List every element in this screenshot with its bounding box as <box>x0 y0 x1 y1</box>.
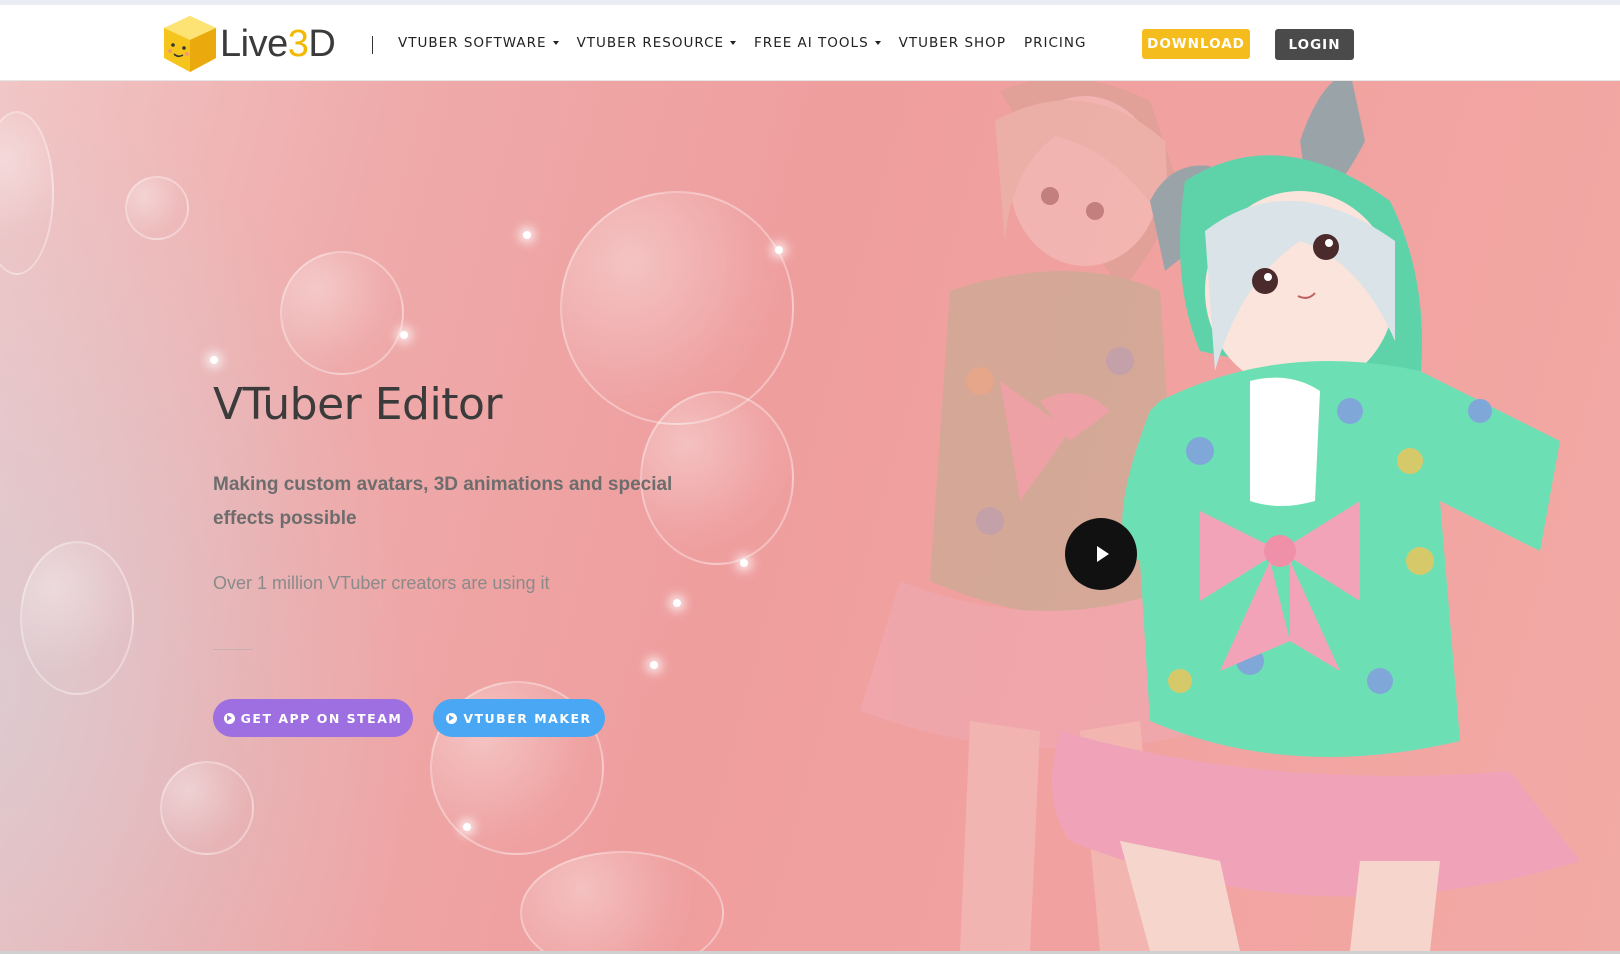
hero-user-count: Over 1 million VTuber creators are using… <box>213 573 550 593</box>
hero-subtitle: Making custom avatars, 3D animations and… <box>213 474 673 529</box>
site-logo[interactable]: Live3D <box>162 14 336 74</box>
hero-section: VTuber Editor Making custom avatars, 3D … <box>0 81 1620 951</box>
vtuber-characters-illustration <box>820 81 1620 951</box>
get-app-on-steam-label: GET APP ON STEAM <box>240 710 403 726</box>
nav-item-free-ai-tools[interactable]: FREE AI TOOLS <box>754 35 881 51</box>
logo-wordmark: Live3D <box>220 22 336 65</box>
nav-divider <box>372 36 373 54</box>
nav-item-pricing[interactable]: PRICING <box>1024 35 1086 51</box>
site-header: Live3D VTUBER SOFTWARE VTUBER RESOURCE F… <box>0 5 1620 81</box>
play-circle-icon <box>446 712 458 724</box>
get-app-on-steam-button[interactable]: GET APP ON STEAM <box>213 699 413 737</box>
caret-down-icon <box>874 40 881 45</box>
main-nav: VTUBER SOFTWARE VTUBER RESOURCE FREE AI … <box>398 5 1104 80</box>
hero-title: VTuber Editor <box>213 379 502 430</box>
login-button[interactable]: LOGIN <box>1275 29 1354 60</box>
download-button[interactable]: DOWNLOAD <box>1142 29 1250 59</box>
vtuber-maker-button[interactable]: VTUBER MAKER <box>433 699 605 737</box>
caret-down-icon <box>730 40 737 45</box>
play-icon <box>1097 546 1109 562</box>
caret-down-icon <box>552 40 559 45</box>
cube-mascot-icon <box>162 14 218 74</box>
hero-divider <box>213 649 253 650</box>
video-play-button[interactable] <box>1065 518 1137 590</box>
nav-item-vtuber-software[interactable]: VTUBER SOFTWARE <box>398 35 559 51</box>
nav-item-vtuber-resource[interactable]: VTUBER RESOURCE <box>577 35 737 51</box>
vtuber-maker-label: VTUBER MAKER <box>463 710 592 726</box>
play-circle-icon <box>223 712 235 724</box>
nav-item-vtuber-shop[interactable]: VTUBER SHOP <box>899 35 1006 51</box>
